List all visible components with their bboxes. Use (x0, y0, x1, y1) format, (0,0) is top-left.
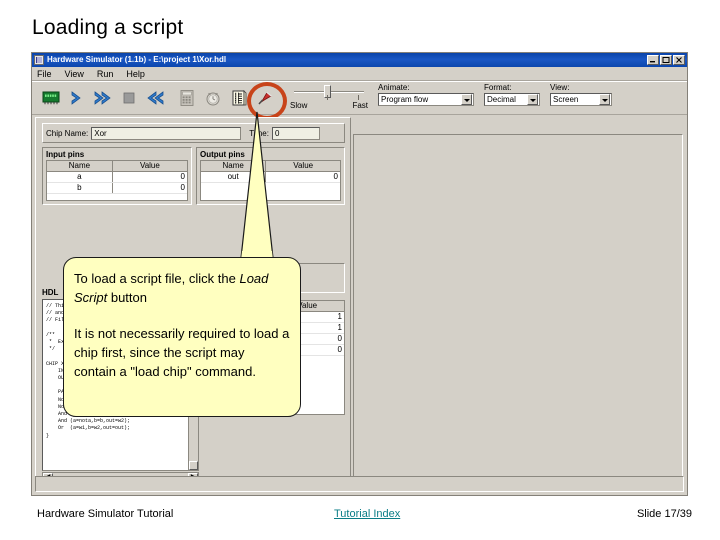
footer-title: Hardware Simulator Tutorial (37, 508, 174, 520)
table-row[interactable]: b 0 (47, 183, 187, 194)
slider-label-fast: Fast (352, 101, 368, 110)
animate-label: Animate: (378, 83, 410, 92)
format-label: Format: (484, 83, 512, 92)
single-step-icon[interactable] (64, 84, 90, 112)
callout-paragraph-2: It is not necessarily required to load a… (74, 326, 290, 379)
scroll-down-icon[interactable] (189, 461, 198, 470)
format-select-group: Format: Decimal (484, 83, 540, 113)
chip-name-field[interactable]: Xor (91, 126, 242, 140)
input-pins-box: Input pins Name Value a 0 b 0 (42, 147, 192, 205)
chevron-down-icon[interactable] (599, 94, 610, 105)
time-field: 0 (271, 126, 320, 140)
load-chip-icon[interactable] (38, 84, 64, 112)
chevron-down-icon[interactable] (527, 94, 538, 105)
toolbar: Slow Fast Animate: Program flow Format: … (32, 81, 687, 120)
view-value: Screen (553, 95, 579, 104)
tutorial-index-link[interactable]: Tutorial Index (334, 508, 400, 520)
format-select[interactable]: Decimal (484, 93, 540, 106)
view-select[interactable]: Screen (550, 93, 612, 106)
column-header-name: Name (47, 161, 113, 171)
output-pins-box: Output pins Name Value out 0 (196, 147, 345, 205)
callout-line-1: To load a script file, click the Load Sc… (74, 269, 290, 307)
speed-slider[interactable]: Slow Fast (290, 83, 368, 113)
window-titlebar: Hardware Simulator (1.1b) - E:\project 1… (32, 53, 687, 67)
app-logo-icon (34, 55, 44, 65)
table-header-row: Name Value (47, 161, 187, 172)
column-header-value: Value (293, 161, 314, 170)
pin-value: 0 (333, 172, 338, 181)
run-icon[interactable] (90, 84, 116, 112)
pin-name: b (47, 183, 113, 193)
menu-item-file[interactable]: File (37, 68, 52, 80)
table-row[interactable]: a 0 (47, 172, 187, 183)
close-button[interactable] (673, 55, 685, 65)
window-title: Hardware Simulator (1.1b) - E:\project 1… (47, 55, 227, 64)
input-pins-title: Input pins (46, 150, 85, 159)
callout-text-post: button (107, 290, 147, 305)
table-row[interactable]: out 0 (201, 172, 340, 183)
calculator-icon[interactable] (174, 84, 200, 112)
chip-name-row: Chip Name: Xor Time: 0 (42, 123, 345, 143)
clock-icon[interactable] (200, 84, 226, 112)
slide-number: Slide 17/39 (636, 508, 692, 520)
input-pins-table[interactable]: Name Value a 0 b 0 (46, 160, 188, 201)
pin-name: out (201, 172, 267, 182)
output-pins-table[interactable]: Name Value out 0 (200, 160, 341, 201)
animate-value: Program flow (381, 95, 429, 104)
menu-item-help[interactable]: Help (126, 68, 145, 80)
column-header-value: Value (139, 161, 160, 170)
animate-select-group: Animate: Program flow (378, 83, 474, 113)
pin-name: a (47, 172, 113, 182)
instruction-callout: To load a script file, click the Load Sc… (63, 257, 301, 417)
animate-select[interactable]: Program flow (378, 93, 474, 106)
pin-value[interactable]: 0 (113, 183, 187, 193)
minimize-button[interactable] (647, 55, 659, 65)
output-pins-title: Output pins (200, 150, 245, 159)
view-label: View: (550, 83, 570, 92)
status-bar (35, 476, 684, 492)
rewind-icon[interactable] (142, 84, 168, 112)
menu-item-view[interactable]: View (65, 68, 84, 80)
page-title: Loading a script (32, 16, 184, 39)
chip-name-label: Chip Name: (46, 128, 89, 138)
table-header-row: Name Value (201, 161, 340, 172)
format-value: Decimal (487, 95, 516, 104)
breakpoints-icon[interactable] (252, 84, 278, 112)
maximize-button[interactable] (660, 55, 672, 65)
callout-spacer (74, 307, 290, 324)
column-header-name: Name (201, 161, 267, 171)
chevron-down-icon[interactable] (461, 94, 472, 105)
slider-tick-mid (327, 95, 328, 100)
output-view-pane (353, 134, 683, 490)
slide-footer: Hardware Simulator Tutorial Tutorial Ind… (0, 508, 720, 532)
pin-value[interactable]: 0 (113, 172, 187, 182)
menu-item-run[interactable]: Run (97, 68, 114, 80)
slider-label-slow: Slow (290, 101, 308, 110)
menu-bar: File View Run Help (32, 67, 687, 81)
stop-icon[interactable] (116, 84, 142, 112)
callout-text-pre: To load a script file, click the (74, 271, 240, 286)
load-script-icon[interactable] (226, 84, 252, 112)
time-label: Time: (249, 128, 269, 138)
view-select-group: View: Screen (550, 83, 612, 113)
slider-tick-fast (358, 95, 359, 100)
